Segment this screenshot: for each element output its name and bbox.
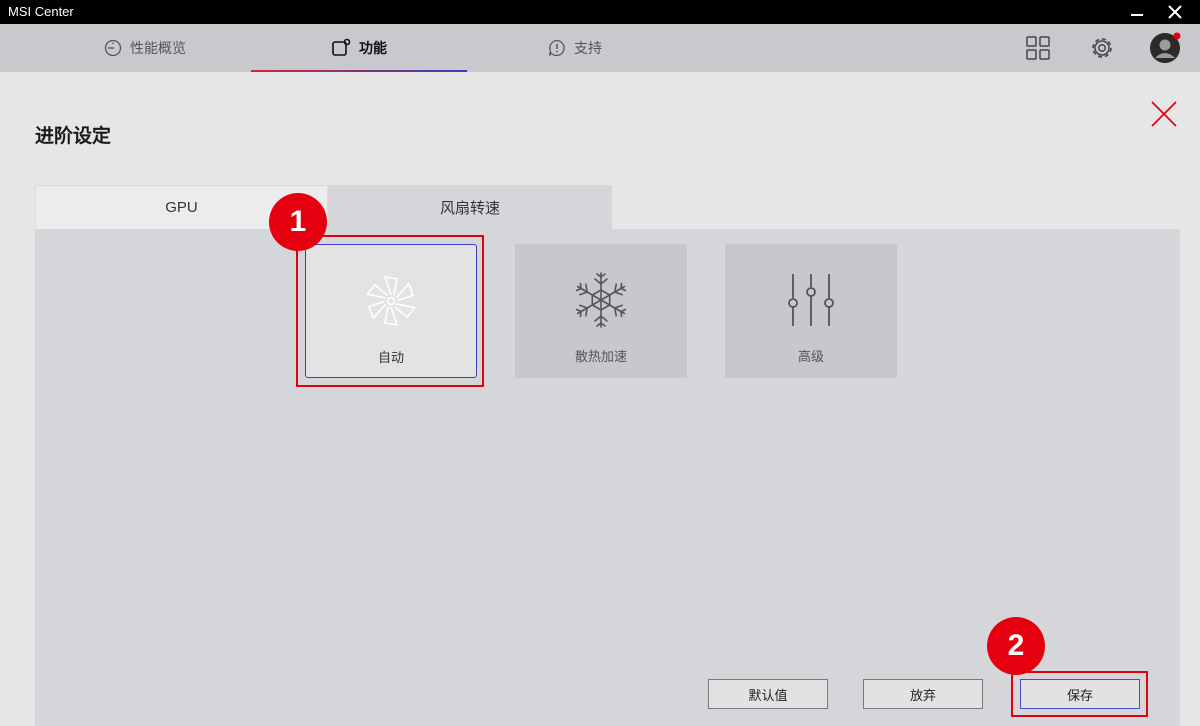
mode-card-cooler-boost-label: 散热加速 [574, 349, 627, 364]
tab-performance-label: 性能概览 [130, 40, 186, 56]
avatar[interactable] [1149, 32, 1181, 64]
highlight-box-save [1011, 671, 1148, 717]
gauge-icon [104, 39, 122, 57]
feature-icon [332, 38, 351, 56]
gear-icon [1092, 38, 1112, 58]
window-close-button[interactable] [1160, 0, 1190, 24]
tab-performance[interactable]: 性能概览 [55, 24, 235, 72]
grid-button[interactable] [1022, 32, 1054, 64]
top-nav: 性能概览 功能 支持 [0, 24, 1200, 72]
dialog-close-button[interactable] [1148, 98, 1180, 130]
mode-card-advanced[interactable]: 高级 [725, 244, 897, 378]
title-bar: MSI Center [0, 0, 1200, 24]
page-title: 进阶设定 [35, 126, 112, 147]
tab-gpu-label: GPU [165, 199, 198, 216]
default-button[interactable]: 默认值 [708, 679, 828, 709]
tab-features-label: 功能 [359, 40, 387, 56]
discard-button[interactable]: 放弃 [863, 679, 983, 709]
snowflake-icon [573, 272, 629, 328]
settings-button[interactable] [1086, 32, 1118, 64]
user-avatar-icon [1150, 32, 1181, 63]
support-icon [548, 39, 565, 57]
tab-fan-speed[interactable]: 风扇转速 [328, 185, 612, 229]
app-title: MSI Center [8, 4, 74, 19]
mode-card-advanced-label: 高级 [797, 349, 824, 364]
tab-fan-speed-label: 风扇转速 [439, 199, 500, 217]
tab-features[interactable]: 功能 [251, 24, 467, 72]
close-icon [1151, 101, 1177, 127]
tab-support[interactable]: 支持 [500, 24, 650, 72]
highlight-box-auto [296, 235, 484, 387]
mode-card-cooler-boost[interactable]: 散热加速 [515, 244, 687, 378]
step-badge-2: 2 [987, 617, 1045, 675]
minimize-icon [1131, 14, 1143, 16]
sliders-icon [788, 274, 834, 326]
minimize-button[interactable] [1122, 0, 1152, 24]
active-tab-indicator [251, 70, 467, 72]
close-icon [1168, 5, 1182, 19]
tab-support-label: 支持 [574, 40, 602, 56]
grid-icon [1026, 36, 1050, 60]
step-badge-1: 1 [269, 193, 327, 251]
